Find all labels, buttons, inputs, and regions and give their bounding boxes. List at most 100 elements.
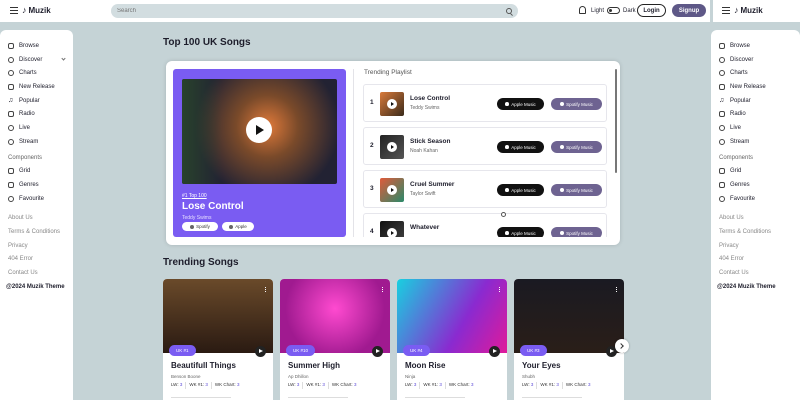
link-about[interactable]: About Us bbox=[711, 212, 800, 226]
spotify-music-button[interactable]: Spotify Music bbox=[551, 141, 602, 153]
link-contact[interactable]: Contact Us bbox=[711, 266, 800, 280]
song-card[interactable]: UK #3 Your Eyes Shubh LW: 3 WK #1: 3 WK … bbox=[514, 279, 624, 400]
menu-icon[interactable] bbox=[722, 7, 730, 14]
sidebar-item-stream[interactable]: Stream bbox=[711, 135, 800, 149]
sidebar-item-popular[interactable]: ♫ Popular bbox=[0, 94, 73, 108]
sidebar-item-charts[interactable]: Charts bbox=[711, 66, 800, 80]
link-404[interactable]: 404 Error bbox=[711, 253, 800, 267]
song-thumbnail[interactable] bbox=[380, 135, 404, 159]
more-icon[interactable] bbox=[499, 287, 500, 292]
search-bar[interactable] bbox=[111, 4, 518, 18]
playlist-row[interactable]: 3 Cruel Summer Taylor Swift Apple Music … bbox=[363, 170, 607, 208]
menu-icon[interactable] bbox=[10, 7, 18, 14]
sidebar-item-browse[interactable]: Browse bbox=[711, 39, 800, 53]
sidebar-item-live[interactable]: Live bbox=[0, 121, 73, 135]
spotify-music-button[interactable]: Spotify Music bbox=[551, 227, 602, 237]
music-note-icon: ♫ bbox=[719, 96, 725, 104]
play-icon[interactable] bbox=[387, 142, 397, 152]
sidebar-item-grid[interactable]: Grid bbox=[711, 165, 800, 179]
sidebar-item-radio[interactable]: Radio bbox=[0, 107, 73, 121]
song-thumbnail[interactable] bbox=[380, 221, 404, 237]
play-icon[interactable] bbox=[387, 99, 397, 109]
link-about[interactable]: About Us bbox=[0, 212, 73, 226]
chart-icon bbox=[719, 70, 725, 77]
play-icon[interactable] bbox=[372, 346, 383, 357]
song-card[interactable]: UK #10 Summer High Ap Dhillon LW: 3 WK #… bbox=[280, 279, 390, 400]
playlist-row[interactable]: 2 Stick Season Noah Kahan Apple Music Sp… bbox=[363, 127, 607, 165]
rank-badge: UK #4 bbox=[403, 345, 430, 356]
theme-toggle[interactable] bbox=[607, 7, 621, 14]
divider bbox=[353, 69, 354, 237]
sidebar-item-popular[interactable]: ♫ Popular bbox=[711, 94, 800, 108]
sidebar-item-live[interactable]: Live bbox=[711, 121, 800, 135]
sidebar-item-genres[interactable]: Genres bbox=[0, 178, 73, 192]
light-label: Light bbox=[591, 7, 605, 14]
song-artist: Ninja bbox=[405, 374, 416, 379]
genres-icon bbox=[719, 182, 725, 189]
play-icon[interactable] bbox=[489, 346, 500, 357]
search-input[interactable] bbox=[117, 8, 506, 14]
play-icon[interactable] bbox=[255, 346, 266, 357]
song-thumbnail[interactable] bbox=[380, 178, 404, 202]
brand-logo[interactable]: ♪ Muzik bbox=[734, 5, 763, 15]
apple-music-button[interactable]: Apple Music bbox=[497, 141, 544, 153]
playlist-row[interactable]: 4 Whatever Apple Music Spotify Music bbox=[363, 213, 607, 237]
sidebar-item-charts[interactable]: Charts bbox=[0, 66, 73, 80]
more-icon[interactable] bbox=[265, 287, 266, 292]
apple-music-button[interactable]: Apple Music bbox=[497, 184, 544, 196]
link-privacy[interactable]: Privacy bbox=[711, 239, 800, 253]
brand-logo[interactable]: ♪ Muzik bbox=[22, 5, 51, 15]
sidebar-item-stream[interactable]: Stream bbox=[0, 135, 73, 149]
playlist-row[interactable]: 1 Lose Control Teddy Swims Apple Music S… bbox=[363, 84, 607, 122]
song-stats: LW: 3 WK #1: 3 WK Chart: 3 bbox=[288, 382, 357, 389]
link-terms[interactable]: Terms & Conditions bbox=[711, 225, 800, 239]
bell-icon[interactable] bbox=[579, 6, 586, 14]
apple-icon bbox=[505, 102, 510, 106]
search-icon[interactable] bbox=[506, 8, 512, 14]
song-card[interactable]: UK #4 Moon Rise Ninja LW: 3 WK #1: 3 WK … bbox=[397, 279, 507, 400]
compass-icon bbox=[719, 56, 725, 63]
sidebar-item-new-release[interactable]: New Release bbox=[711, 80, 800, 94]
chevron-right-icon[interactable] bbox=[615, 339, 629, 353]
music-note-icon: ♪ bbox=[22, 5, 27, 15]
more-icon[interactable] bbox=[616, 287, 617, 292]
top-bar-duplicate: ♪ Muzik bbox=[713, 0, 800, 22]
song-card[interactable]: UK #1 Beautifull Things Benson Boone LW:… bbox=[163, 279, 273, 400]
link-contact[interactable]: Contact Us bbox=[0, 266, 73, 280]
sidebar-item-grid[interactable]: Grid bbox=[0, 165, 73, 179]
sidebar-item-discover[interactable]: Discover bbox=[0, 53, 73, 67]
play-icon[interactable] bbox=[246, 117, 272, 143]
song-title: Lose Control bbox=[410, 95, 451, 102]
song-title: Summer High bbox=[288, 361, 341, 370]
song-artist: Teddy Swims bbox=[410, 105, 440, 111]
mic-icon bbox=[8, 138, 14, 145]
spotify-music-button[interactable]: Spotify Music bbox=[551, 98, 602, 110]
link-404[interactable]: 404 Error bbox=[0, 253, 73, 267]
more-icon[interactable] bbox=[382, 287, 383, 292]
apple-music-button[interactable]: Apple Music bbox=[497, 98, 544, 110]
sidebar-item-genres[interactable]: Genres bbox=[711, 178, 800, 192]
sidebar-item-new-release[interactable]: New Release bbox=[0, 80, 73, 94]
link-privacy[interactable]: Privacy bbox=[0, 239, 73, 253]
song-title: Cruel Summer bbox=[410, 181, 455, 188]
sidebar-item-radio[interactable]: Radio bbox=[711, 107, 800, 121]
link-terms[interactable]: Terms & Conditions bbox=[0, 225, 73, 239]
sidebar-item-browse[interactable]: Browse bbox=[0, 39, 73, 53]
featured-apple-button[interactable]: Apple bbox=[222, 222, 254, 231]
spotify-music-button[interactable]: Spotify Music bbox=[551, 184, 602, 196]
sidebar-item-favourite[interactable]: Favourite bbox=[0, 192, 73, 206]
login-button[interactable]: Login bbox=[637, 4, 666, 17]
music-note-icon: ♫ bbox=[8, 96, 14, 104]
song-thumbnail[interactable] bbox=[380, 92, 404, 116]
song-artist: Taylor Swift bbox=[410, 191, 436, 197]
sidebar-item-favourite[interactable]: Favourite bbox=[711, 192, 800, 206]
featured-spotify-button[interactable]: Spotify bbox=[182, 222, 218, 231]
featured-card[interactable]: #1 Top 100 Lose Control Teddy Swims Spot… bbox=[173, 69, 346, 237]
play-icon[interactable] bbox=[387, 185, 397, 195]
playlist-scrollbar[interactable] bbox=[615, 69, 617, 173]
signup-button[interactable]: Signup bbox=[672, 4, 706, 17]
sidebar-item-discover[interactable]: Discover bbox=[711, 53, 800, 67]
apple-music-button[interactable]: Apple Music bbox=[497, 227, 544, 237]
play-icon[interactable] bbox=[387, 228, 397, 237]
featured-tag[interactable]: #1 Top 100 bbox=[182, 193, 207, 199]
